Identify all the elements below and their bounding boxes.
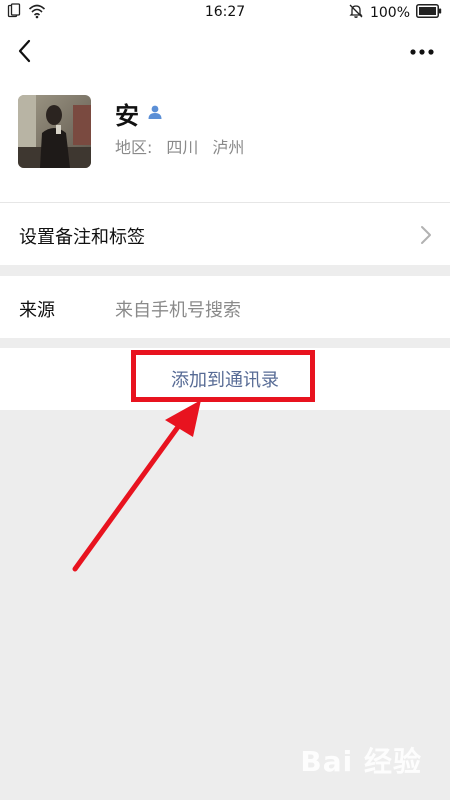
action-section: 添加到通讯录 xyxy=(0,348,450,410)
region-city: 泸州 xyxy=(212,138,245,157)
avatar[interactable] xyxy=(18,95,91,168)
status-bar: 16:27 100% xyxy=(0,0,450,26)
region-label: 地区: xyxy=(115,138,153,157)
battery-icon xyxy=(416,4,442,22)
bell-muted-icon xyxy=(348,3,364,23)
source-row: 来源 来自手机号搜索 xyxy=(0,276,450,338)
set-remark-and-tags-row[interactable]: 设置备注和标签 xyxy=(0,203,450,265)
remark-label: 设置备注和标签 xyxy=(19,227,145,248)
contact-name: 安 xyxy=(115,102,139,130)
back-arrow-icon xyxy=(18,39,31,63)
navigation-bar xyxy=(0,26,450,78)
region-province: 四川 xyxy=(166,138,199,157)
status-right-icons: 100% xyxy=(348,4,442,22)
watermark: Bai 经验 xyxy=(300,745,422,778)
source-label: 来源 xyxy=(19,300,55,321)
person-verified-icon xyxy=(147,104,163,124)
name-row: 安 xyxy=(115,96,163,131)
add-to-contacts-button[interactable]: 添加到通讯录 xyxy=(0,348,450,410)
more-dots-icon xyxy=(410,49,434,55)
back-button[interactable] xyxy=(10,36,38,66)
profile-card: 安 地区: 四川 泸州 xyxy=(0,78,450,203)
battery-text: 100% xyxy=(369,5,410,21)
region-row: 地区: 四川 泸州 xyxy=(115,134,244,158)
more-options-button[interactable] xyxy=(406,38,438,66)
source-value: 来自手机号搜索 xyxy=(115,300,241,321)
chevron-right-icon xyxy=(421,226,431,244)
